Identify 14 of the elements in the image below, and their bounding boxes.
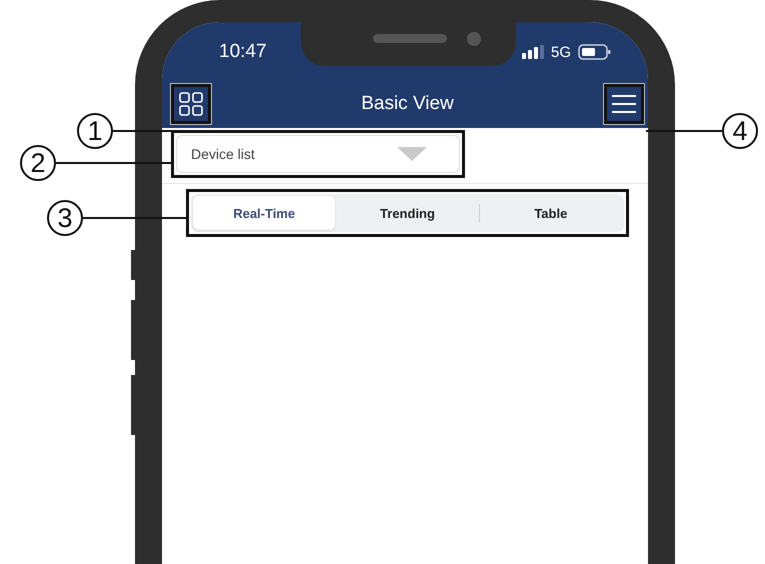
callout-number: 4 <box>732 118 748 144</box>
view-tab[interactable]: Real-Time <box>193 196 336 230</box>
signal-icon <box>522 45 544 59</box>
callout-number: 3 <box>57 204 73 232</box>
screen-title: Basic View <box>361 93 454 115</box>
network-label: 5G <box>550 44 571 60</box>
callout-number: 2 <box>30 150 46 176</box>
view-tab[interactable]: Table <box>480 196 622 230</box>
callout-number: 1 <box>87 118 103 144</box>
status-time: 10:47 <box>219 41 267 63</box>
view-tab[interactable]: Trending <box>336 196 479 230</box>
device-dropdown[interactable]: Device list <box>176 135 460 173</box>
caret-icon <box>397 147 427 161</box>
battery-icon <box>578 44 612 60</box>
